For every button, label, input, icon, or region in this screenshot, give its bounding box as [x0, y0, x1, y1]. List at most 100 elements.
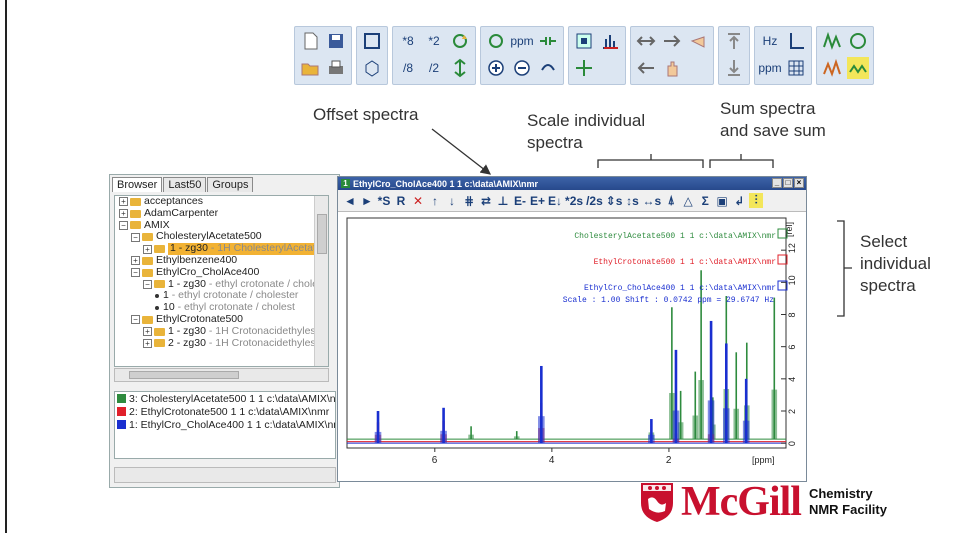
spectrum-list-item[interactable]: 2: EthylCrotonate500 1 1 c:\data\AMIX\nm…: [115, 405, 335, 418]
tree-scroll-thumb[interactable]: [317, 214, 327, 254]
tree-item-label: 1 - zg30: [168, 277, 206, 290]
collapse-icon[interactable]: −: [131, 268, 140, 278]
spectrum-tool-20[interactable]: △: [681, 194, 695, 208]
y-tick-label: 10: [787, 275, 797, 285]
tree-item-label: AMIX: [144, 218, 170, 231]
tree-item-label: Ethylbenzene400: [156, 253, 238, 266]
select-bracket: [837, 220, 852, 317]
logo-sub-line1: Chemistry: [808, 486, 873, 501]
spectrum-tool-12[interactable]: E+: [530, 194, 545, 208]
spectrum-tool-8[interactable]: ⋕: [462, 194, 476, 208]
spectrum-tool-19[interactable]: ⍋: [664, 193, 678, 208]
spectra-list: 3: CholesterylAcetate500 1 1 c:\data\AMI…: [114, 391, 336, 459]
tab-groups[interactable]: Groups: [207, 177, 254, 192]
spectrum-plot[interactable]: 024681012[rel]6 4 2 [ppm]CholesterylAcetate…: [341, 214, 803, 480]
x-tick-label: 2: [666, 455, 672, 466]
tree-item[interactable]: +2 - zg30 - 1H Crotonacidethylest: [115, 336, 328, 350]
spectrum-peak-shoulder: [733, 408, 740, 440]
spectrum-tool-13[interactable]: E↓: [548, 194, 562, 208]
spectra-list-scrollbar[interactable]: [114, 467, 336, 483]
spectrum-tool-10[interactable]: ⊥: [496, 194, 510, 208]
spectrum-tool-1[interactable]: ◄: [343, 194, 357, 208]
browser-tabs: Browser Last50 Groups: [110, 175, 339, 192]
folder-icon: [130, 221, 141, 230]
spectrum-peak-shoulder: [538, 416, 545, 444]
spectrum-tool-3[interactable]: *S: [377, 194, 391, 208]
spectrum-tool-2[interactable]: ►: [360, 194, 374, 208]
folder-icon: [154, 280, 165, 289]
spectrum-legend-label: EthylCrotonate500 1 1 c:\data\AMIX\nmr: [594, 258, 777, 267]
tree-item-label: CholesterylAcetate500: [156, 230, 262, 243]
maximize-icon[interactable]: □: [783, 178, 793, 188]
spectrum-peak-shoulder: [648, 434, 655, 444]
spectrum-peak-shoulder: [771, 389, 778, 440]
spectrum-tool-21[interactable]: Σ: [698, 194, 712, 208]
spectrum-list-item[interactable]: 1: EthylCro_CholAce400 1 1 c:\data\AMIX\…: [115, 418, 335, 431]
collapse-icon[interactable]: −: [119, 220, 128, 230]
spectrum-color-swatch: [117, 394, 126, 403]
spectrum-peak-shoulder: [374, 431, 382, 444]
spectrum-tool-17[interactable]: ↕s: [625, 194, 639, 208]
spectrum-peak-shoulder: [742, 420, 750, 444]
close-icon[interactable]: ×: [794, 178, 804, 188]
tab-last50[interactable]: Last50: [163, 177, 207, 192]
tree-item-label: 1 - zg30: [170, 242, 208, 255]
tree-vertical-scrollbar[interactable]: [314, 196, 328, 366]
tab-browser[interactable]: Browser: [112, 177, 163, 192]
tree-item-detail: - 1H Crotonacidethylest: [205, 336, 319, 349]
collapse-icon[interactable]: −: [131, 315, 140, 325]
expand-icon[interactable]: +: [143, 327, 152, 337]
data-tree[interactable]: + acceptances + AdamCarpenter − AMIX − Choleste…: [114, 195, 329, 367]
spectrum-tool-9[interactable]: ⇄: [479, 194, 493, 208]
folder-icon: [142, 315, 153, 324]
expand-icon[interactable]: +: [143, 338, 152, 348]
spectrum-tool-23[interactable]: ↲: [732, 194, 746, 208]
spectrum-window-title: EthylCro_CholAce400 1 1 c:\data\AMIX\nmr: [353, 178, 539, 189]
spectrum-tool-15[interactable]: /2s: [586, 194, 603, 208]
expand-icon[interactable]: +: [131, 256, 140, 266]
mcgill-logo: McGill Chemistry NMR Facility: [639, 478, 887, 526]
spectrum-tool-11[interactable]: E-: [513, 194, 527, 208]
scale-bracket: [597, 154, 704, 168]
procno-icon: [155, 294, 159, 299]
collapse-icon[interactable]: −: [143, 279, 152, 289]
spectrum-list-label: 2: EthylCrotonate500 1 1 c:\data\AMIX\nm…: [129, 405, 330, 418]
spectrum-legend-label: CholesterylAcetate500 1 1 c:\data\AMIX\n…: [574, 232, 776, 241]
spectrum-window-titlebar[interactable]: 1 EthylCro_CholAce400 1 1 c:\data\AMIX\n…: [338, 177, 806, 190]
folder-icon: [142, 256, 153, 265]
tree-hscroll-thumb[interactable]: [129, 371, 239, 379]
spectrum-list-label: 3: CholesterylAcetate500 1 1 c:\data\AMI…: [129, 392, 335, 405]
expand-icon[interactable]: +: [143, 244, 152, 254]
spectrum-peak-shoulder: [707, 400, 715, 444]
spectrum-tool-16[interactable]: ⇕s: [606, 194, 623, 208]
offset-arrow: [431, 128, 492, 175]
logo-subtitle: Chemistry NMR Facility: [809, 486, 887, 518]
spectrum-peak-shoulder: [468, 434, 474, 440]
x-tick-label: 4: [549, 455, 555, 466]
spectrum-tool-7[interactable]: ↓: [445, 194, 459, 208]
logo-wordmark: McGill: [681, 479, 802, 525]
spectrum-tool-18[interactable]: ↔s: [642, 194, 661, 208]
folder-icon: [154, 327, 165, 336]
spectrum-tool-22[interactable]: ▣: [715, 194, 729, 208]
tree-horizontal-scrollbar[interactable]: [114, 368, 329, 382]
y-tick-label: 8: [787, 312, 797, 317]
expand-icon[interactable]: +: [119, 209, 128, 219]
spectrum-tool-5[interactable]: ✕: [411, 194, 425, 208]
minimize-icon[interactable]: _: [772, 178, 782, 188]
spectrum-tool-4[interactable]: R: [394, 194, 408, 208]
x-tick-label: 6: [432, 455, 438, 466]
tree-item-label: acceptances: [144, 195, 203, 207]
expand-icon[interactable]: +: [119, 197, 128, 207]
procno-icon: [155, 306, 159, 311]
collapse-icon[interactable]: −: [131, 232, 140, 242]
spectrum-tool-6[interactable]: ↑: [428, 194, 442, 208]
spectrum-peak-shoulder: [440, 430, 447, 444]
spectrum-tool-14[interactable]: *2s: [565, 194, 583, 208]
tree-item-detail: - ethyl crotonate / cholest: [174, 301, 295, 314]
browser-panel: Browser Last50 Groups + acceptances + AdamCar…: [109, 174, 340, 488]
spectrum-peak-shoulder: [513, 436, 520, 440]
tree-item-label: EthylCrotonate500: [156, 312, 243, 325]
spectrum-tool-24[interactable]: ⫶: [749, 193, 764, 208]
spectrum-list-item[interactable]: 3: CholesterylAcetate500 1 1 c:\data\AMI…: [115, 392, 335, 405]
